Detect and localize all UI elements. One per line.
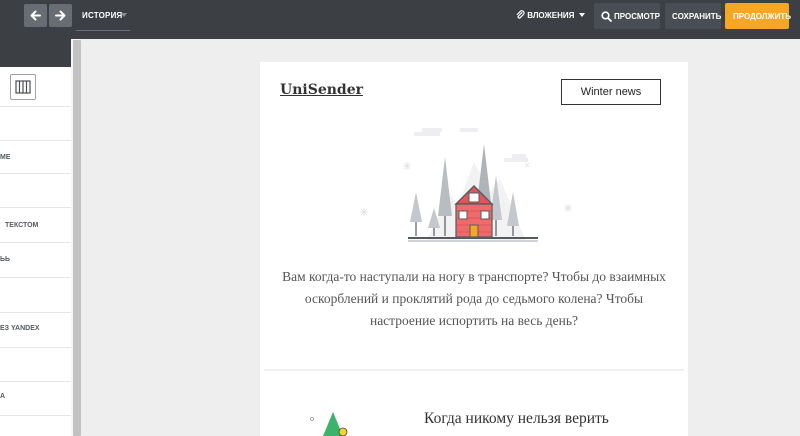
sidebar-item[interactable]: А (0, 393, 5, 400)
arrow-left-icon (30, 10, 41, 21)
history-underline (76, 30, 130, 31)
undo-button[interactable] (24, 4, 47, 27)
winter-news-button[interactable]: Winter news (561, 79, 661, 105)
sidebar-divider (0, 242, 71, 243)
sidebar-divider (0, 415, 71, 416)
sidebar-divider (0, 106, 71, 107)
sidebar-item[interactable]: ЬЬ (0, 256, 10, 263)
attachments-dropdown[interactable]: ВЛОЖЕНИЯ (516, 10, 585, 20)
paperclip-icon (516, 10, 525, 19)
sidebar-divider (0, 312, 71, 313)
sidebar-divider (0, 207, 71, 208)
attachments-label: ВЛОЖЕНИЯ (527, 11, 575, 20)
sidebar-item[interactable]: МЕ (0, 154, 11, 161)
sidebar-scrollbar[interactable] (73, 40, 81, 436)
arrow-right-icon (55, 10, 66, 21)
top-toolbar: ИСТОРИЯ ВЛОЖЕНИЯ ПРОСМОТР СОХРАНИТЬ ПРОД… (0, 0, 800, 39)
sidebar-divider (0, 347, 71, 348)
save-button[interactable]: СОХРАНИТЬ (665, 3, 721, 29)
redo-button[interactable] (49, 4, 72, 27)
preview-label: ПРОСМОТР (614, 12, 660, 21)
continue-button[interactable]: ПРОДОЛЖИТЬ (725, 3, 792, 29)
columns-block-button[interactable] (10, 74, 36, 100)
section-divider (264, 369, 684, 371)
sidebar-divider (0, 173, 71, 174)
sidebar-divider (0, 381, 71, 382)
chevron-down-icon (578, 13, 585, 17)
sidebar-divider (0, 140, 71, 141)
chevron-down-icon (121, 13, 127, 17)
intro-text: Вам когда-то наступали на ногу в транспо… (282, 269, 666, 328)
columns-icon (15, 80, 31, 94)
sidebar-divider (0, 277, 71, 278)
sidebar-item[interactable]: ТЕКСТОМ (5, 222, 38, 229)
email-canvas: UniSender Winter news Вам когда-то насту… (260, 62, 688, 436)
winter-house-illustration (360, 128, 572, 242)
continue-label: ПРОДОЛЖИТЬ (733, 12, 792, 21)
save-label: СОХРАНИТЬ (672, 12, 722, 21)
section-heading: Когда никому нельзя верить (424, 410, 609, 427)
sidebar-item[interactable]: ЕЗ YANDEX (0, 325, 40, 332)
blocks-sidebar: МЕ ТЕКСТОМ ЬЬ ЕЗ YANDEX А (0, 67, 71, 436)
tree-logo-icon (310, 412, 348, 436)
magnifier-icon (601, 11, 612, 22)
sidebar-header (0, 39, 81, 67)
preview-button[interactable]: ПРОСМОТР (594, 3, 660, 29)
brand-logo-link[interactable]: UniSender (280, 82, 363, 98)
history-dropdown[interactable]: ИСТОРИЯ (82, 11, 122, 20)
